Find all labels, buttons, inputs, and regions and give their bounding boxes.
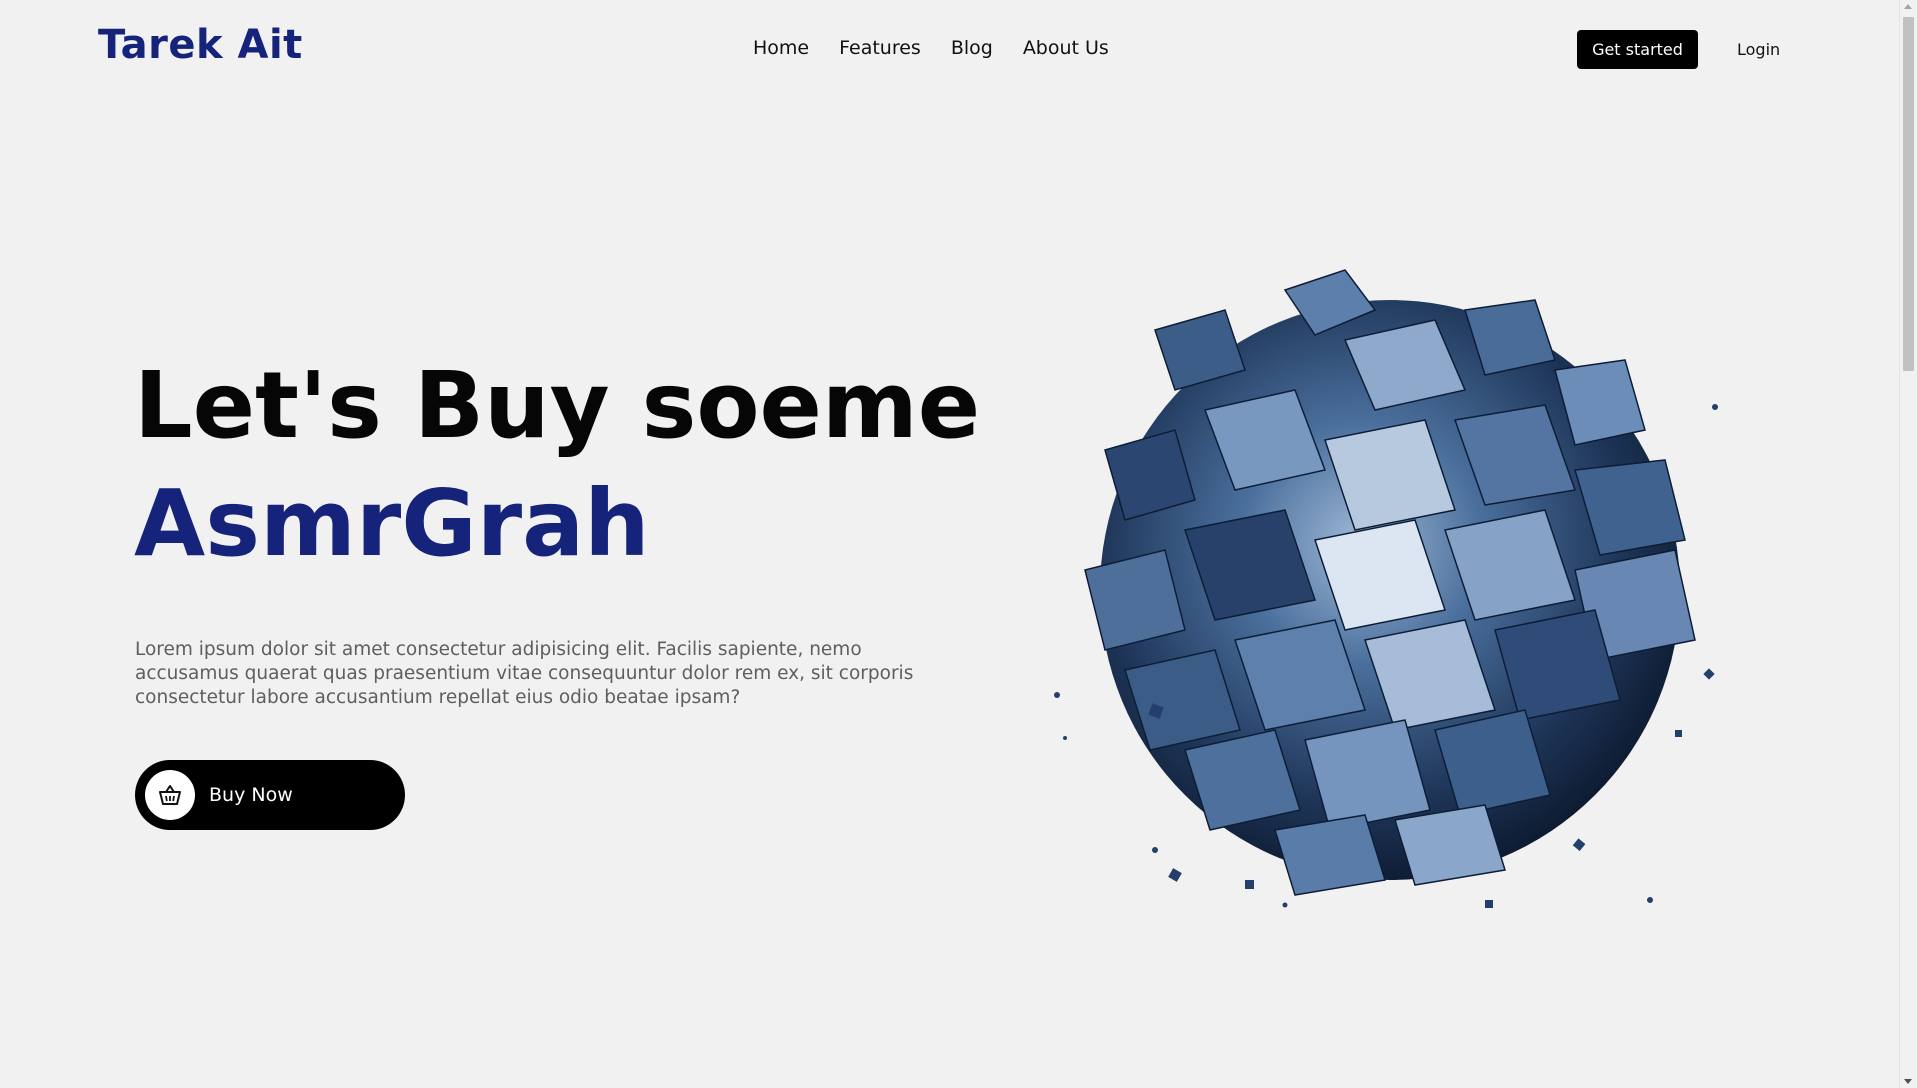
hero-title-line1: Let's Buy soeme xyxy=(134,352,981,459)
get-started-button[interactable]: Get started xyxy=(1577,30,1698,69)
scroll-thumb[interactable] xyxy=(1903,17,1914,371)
hero-title-line2: AsmrGrah xyxy=(134,470,650,577)
landing-page: Tarek Ait Home Features Blog About Us Ge… xyxy=(0,0,1917,1088)
nav-about-us-link[interactable]: About Us xyxy=(1023,37,1109,59)
nav-features-link[interactable]: Features xyxy=(839,37,921,59)
logo[interactable]: Tarek Ait xyxy=(98,22,303,68)
nav-home-link[interactable]: Home xyxy=(753,37,809,59)
hero-description: Lorem ipsum dolor sit amet consectetur a… xyxy=(135,639,914,708)
page-scrollbar[interactable] xyxy=(1899,0,1917,1088)
main-nav: Home Features Blog About Us xyxy=(753,37,1109,59)
login-link[interactable]: Login xyxy=(1737,40,1780,59)
buy-now-label: Buy Now xyxy=(209,784,293,806)
basket-icon xyxy=(145,770,195,820)
nav-blog-link[interactable]: Blog xyxy=(951,37,993,59)
buy-now-button[interactable]: Buy Now xyxy=(135,760,405,830)
scroll-down-icon[interactable] xyxy=(1904,1079,1912,1084)
scroll-up-icon[interactable] xyxy=(1904,4,1912,9)
hero-illustration xyxy=(1015,250,1760,940)
